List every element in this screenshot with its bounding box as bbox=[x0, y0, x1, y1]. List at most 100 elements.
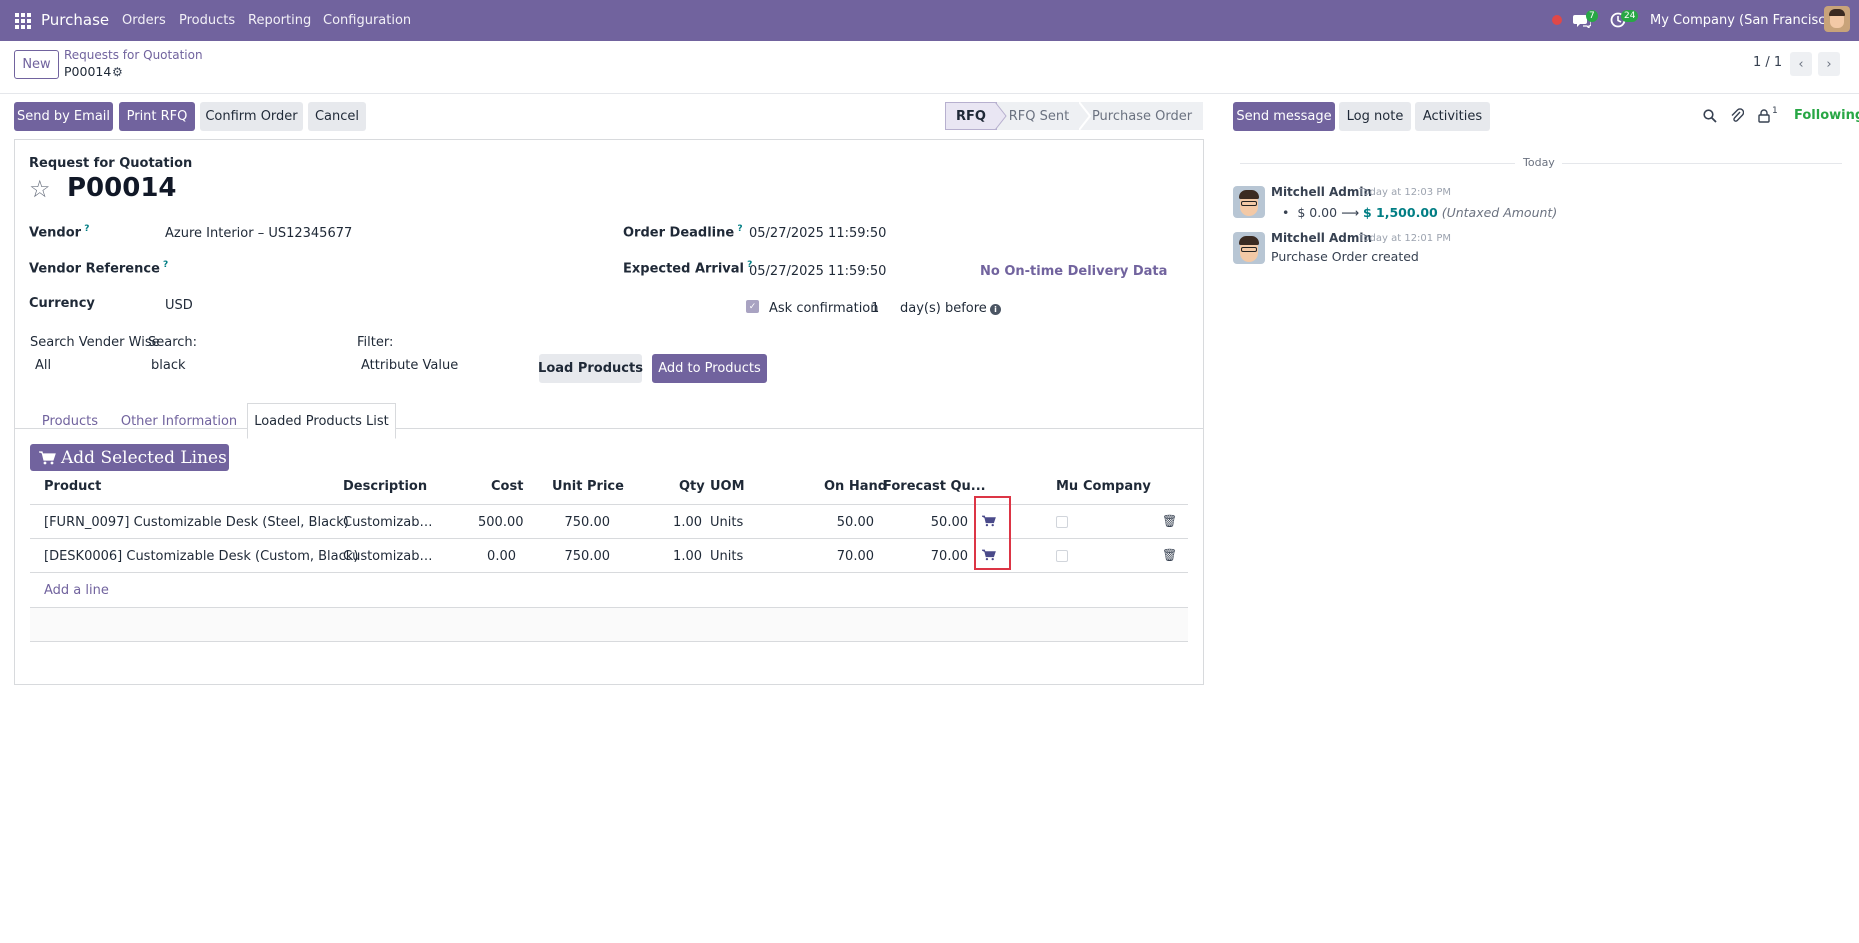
menu-orders[interactable]: Orders bbox=[122, 13, 166, 28]
print-rfq-button[interactable]: Print RFQ bbox=[119, 102, 195, 131]
on-time-delivery-link[interactable]: No On-time Delivery Data bbox=[980, 264, 1167, 279]
col-on-hand[interactable]: On Hand bbox=[824, 479, 887, 494]
message-time: Today at 12:01 PM bbox=[1359, 233, 1451, 244]
highlight-box bbox=[974, 496, 1011, 570]
cart-icon bbox=[39, 450, 56, 464]
col-qty[interactable]: Qty bbox=[679, 479, 705, 494]
add-selected-lines-label: Add Selected Lines bbox=[61, 447, 227, 468]
row1-description[interactable]: Customizab… bbox=[343, 515, 432, 530]
row2-uom[interactable]: Units bbox=[710, 549, 743, 564]
row2-unit-price[interactable]: 750.00 bbox=[560, 549, 611, 564]
status-arrow-icon bbox=[1079, 102, 1091, 130]
lock-followers-icon[interactable] bbox=[1758, 109, 1770, 123]
cancel-button[interactable]: Cancel bbox=[308, 102, 366, 131]
search-label: Search: bbox=[148, 335, 198, 350]
row2-delete-trash-icon[interactable]: 🗑 bbox=[1162, 548, 1177, 562]
row1-delete-trash-icon[interactable]: 🗑 bbox=[1162, 514, 1177, 528]
col-description[interactable]: Description bbox=[343, 479, 427, 494]
expected-arrival-field[interactable]: 05/27/2025 11:59:50 bbox=[749, 264, 886, 279]
add-a-line-link[interactable]: Add a line bbox=[44, 583, 109, 598]
send-message-button[interactable]: Send message bbox=[1233, 102, 1335, 131]
menu-products[interactable]: Products bbox=[179, 13, 235, 28]
arrow-right-icon: ⟶ bbox=[1341, 205, 1363, 220]
row2-qty[interactable]: 1.00 bbox=[660, 549, 702, 564]
activities-button[interactable]: Activities bbox=[1415, 102, 1490, 131]
filter-label: Filter: bbox=[357, 335, 394, 350]
pager-prev-chevron-icon[interactable]: ‹ bbox=[1790, 52, 1812, 76]
page-title: P00014 bbox=[67, 173, 177, 203]
tab-other-information[interactable]: Other Information bbox=[115, 403, 243, 439]
apps-menu-icon[interactable] bbox=[15, 13, 31, 29]
log-note-button[interactable]: Log note bbox=[1339, 102, 1411, 131]
activities-badge: 24 bbox=[1621, 10, 1639, 22]
row2-description[interactable]: Customizab… bbox=[343, 549, 432, 564]
message-author[interactable]: Mitchell Admin bbox=[1271, 231, 1372, 245]
favorite-star-icon[interactable]: ☆ bbox=[29, 175, 51, 203]
col-cost[interactable]: Cost bbox=[491, 479, 523, 494]
today-separator: Today bbox=[1523, 156, 1555, 169]
order-deadline-field[interactable]: 05/27/2025 11:59:50 bbox=[749, 226, 886, 241]
send-by-email-button[interactable]: Send by Email bbox=[14, 102, 113, 131]
ask-confirmation-days-field[interactable]: 1 bbox=[871, 301, 879, 316]
search-vendor-wise-label: Search Vender Wise bbox=[30, 335, 160, 350]
row1-qty[interactable]: 1.00 bbox=[660, 515, 702, 530]
user-avatar[interactable] bbox=[1824, 6, 1850, 32]
col-product[interactable]: Product bbox=[44, 479, 101, 494]
row1-unit-price[interactable]: 750.00 bbox=[560, 515, 611, 530]
status-rfq[interactable]: RFQ bbox=[945, 102, 997, 130]
vendor-field[interactable]: Azure Interior – US12345677 bbox=[165, 226, 352, 241]
vendor-reference-label: Vendor Reference ? bbox=[29, 260, 169, 277]
vendor-reference-field[interactable] bbox=[165, 258, 585, 280]
col-mu[interactable]: Mu bbox=[1056, 479, 1078, 494]
row1-uom[interactable]: Units bbox=[710, 515, 743, 530]
confirm-order-button[interactable]: Confirm Order bbox=[200, 102, 303, 131]
gear-icon[interactable]: ⚙ bbox=[112, 65, 123, 79]
status-rfq-sent[interactable]: RFQ Sent bbox=[997, 102, 1081, 130]
currency-field[interactable]: USD bbox=[165, 298, 193, 313]
vendor-label: Vendor ? bbox=[29, 224, 90, 241]
info-icon[interactable]: i bbox=[990, 304, 1001, 315]
row2-product[interactable]: [DESK0006] Customizable Desk (Custom, Bl… bbox=[44, 549, 358, 564]
row1-forecast: 50.00 bbox=[930, 515, 968, 530]
menu-configuration[interactable]: Configuration bbox=[323, 13, 411, 28]
form-subtitle: Request for Quotation bbox=[29, 156, 193, 171]
search-field[interactable]: black bbox=[151, 358, 186, 373]
paperclip-icon[interactable] bbox=[1730, 108, 1744, 124]
search-vendor-wise-field[interactable]: All bbox=[35, 358, 51, 373]
row1-product[interactable]: [FURN_0097] Customizable Desk (Steel, Bl… bbox=[44, 515, 349, 530]
row2-mu-checkbox[interactable] bbox=[1056, 550, 1068, 562]
following-button[interactable]: Following bbox=[1794, 108, 1859, 123]
status-purchase-order[interactable]: Purchase Order bbox=[1081, 102, 1203, 130]
col-company[interactable]: Company bbox=[1083, 479, 1151, 494]
breadcrumb-parent[interactable]: Requests for Quotation bbox=[64, 48, 203, 62]
pager-next-chevron-icon[interactable]: › bbox=[1818, 52, 1840, 76]
message-time: Today at 12:03 PM bbox=[1359, 187, 1451, 198]
col-uom[interactable]: UOM bbox=[710, 479, 745, 494]
message-author[interactable]: Mitchell Admin bbox=[1271, 185, 1372, 199]
tab-loaded-products-list[interactable]: Loaded Products List bbox=[247, 403, 396, 439]
add-selected-lines-button[interactable]: Add Selected Lines bbox=[30, 444, 229, 471]
avatar[interactable] bbox=[1233, 186, 1265, 218]
add-to-products-button[interactable]: Add to Products bbox=[652, 354, 767, 383]
load-products-button[interactable]: Load Products bbox=[538, 354, 643, 383]
col-forecast[interactable]: Forecast Qu... bbox=[883, 479, 986, 494]
new-button[interactable]: New bbox=[14, 50, 59, 79]
menu-reporting[interactable]: Reporting bbox=[248, 13, 311, 28]
debug-indicator-icon[interactable] bbox=[1552, 15, 1562, 25]
search-icon[interactable] bbox=[1703, 109, 1717, 123]
row1-cost[interactable]: 500.00 bbox=[478, 515, 524, 530]
tracking-field: (Untaxed Amount) bbox=[1441, 205, 1558, 220]
filter-field[interactable]: Attribute Value bbox=[361, 358, 458, 373]
currency-label: Currency bbox=[29, 296, 95, 311]
col-unit-price[interactable]: Unit Price bbox=[552, 479, 624, 494]
tab-products[interactable]: Products bbox=[30, 403, 110, 439]
company-switcher[interactable]: My Company (San Francisco) bbox=[1650, 13, 1838, 28]
row2-cost[interactable]: 0.00 bbox=[478, 549, 516, 564]
app-name[interactable]: Purchase bbox=[41, 11, 109, 29]
message-body: Purchase Order created bbox=[1271, 249, 1419, 264]
ask-confirmation-checkbox[interactable]: ✓ bbox=[746, 300, 759, 313]
days-before-label: day(s) before bbox=[900, 301, 987, 316]
avatar[interactable] bbox=[1233, 232, 1265, 264]
row1-mu-checkbox[interactable] bbox=[1056, 516, 1068, 528]
pager-value[interactable]: 1 / 1 bbox=[1753, 55, 1782, 70]
